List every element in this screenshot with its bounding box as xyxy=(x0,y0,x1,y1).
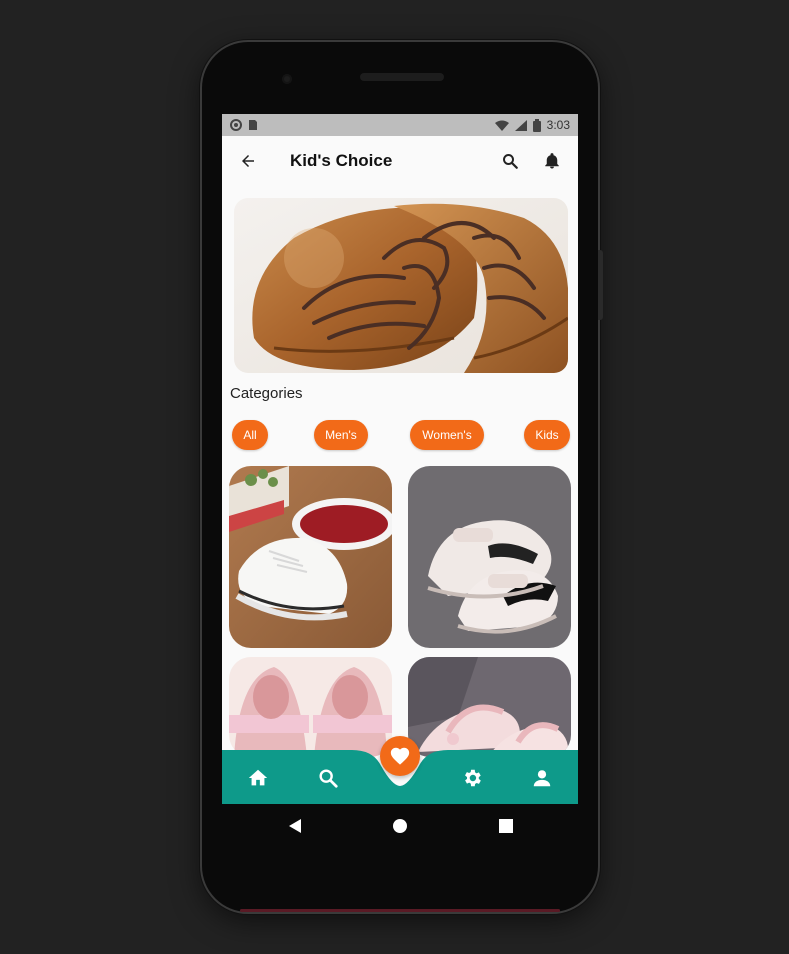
nav-favorites[interactable] xyxy=(380,736,420,776)
wifi-icon xyxy=(494,120,509,131)
app-screen: 3:03 Kid's Choice Categories All Men's W… xyxy=(222,114,578,804)
chip-all[interactable]: All xyxy=(232,420,268,450)
earpiece-speaker xyxy=(360,73,444,81)
home-icon xyxy=(248,769,268,786)
nav-profile[interactable] xyxy=(528,764,556,792)
product-card[interactable] xyxy=(408,657,571,757)
chip-mens[interactable]: Men's xyxy=(314,420,368,450)
battery-icon xyxy=(532,118,541,132)
product-card[interactable] xyxy=(408,466,571,648)
person-icon xyxy=(533,770,551,787)
chip-label: Men's xyxy=(325,428,357,442)
recents-square-icon[interactable] xyxy=(499,819,513,833)
app-bar: Kid's Choice xyxy=(222,136,578,186)
settings-gear-icon xyxy=(465,769,481,787)
status-time: 3:03 xyxy=(546,118,570,132)
chip-kids[interactable]: Kids xyxy=(524,420,570,450)
front-camera xyxy=(282,74,292,84)
favorite-heart-icon xyxy=(390,747,410,765)
search-icon xyxy=(319,769,338,788)
status-bar: 3:03 xyxy=(222,114,578,136)
sim-icon xyxy=(249,120,257,130)
nav-search[interactable] xyxy=(314,764,342,792)
chip-womens[interactable]: Women's xyxy=(410,420,484,450)
category-chips: All Men's Women's Kids xyxy=(222,420,578,450)
promo-banner[interactable] xyxy=(234,198,568,373)
search-icon xyxy=(503,154,518,169)
chip-label: Kids xyxy=(535,428,559,442)
arrow-back-icon xyxy=(242,155,254,167)
phone-edge-accent xyxy=(240,909,560,912)
brown-leather-shoes-photo xyxy=(234,198,568,373)
pink-ballet-flats-photo xyxy=(229,657,392,757)
search-button[interactable] xyxy=(498,149,522,173)
pink-sandals-photo xyxy=(408,657,571,757)
page-title: Kid's Choice xyxy=(290,151,393,170)
nav-settings[interactable] xyxy=(458,764,486,792)
back-triangle-icon[interactable] xyxy=(287,818,303,834)
categories-title: Categories xyxy=(230,385,303,402)
nav-home[interactable] xyxy=(244,764,272,792)
phone-side-button xyxy=(598,250,603,320)
back-button[interactable] xyxy=(236,149,260,173)
notification-dot-icon xyxy=(230,119,242,131)
chip-label: All xyxy=(243,428,257,442)
signal-icon xyxy=(514,119,527,131)
notifications-button[interactable] xyxy=(540,149,564,173)
bell-icon xyxy=(545,153,559,169)
white-kids-sneakers-photo xyxy=(229,466,392,648)
white-black-swoosh-sneakers-photo xyxy=(408,466,571,648)
product-card[interactable] xyxy=(229,466,392,648)
chip-label: Women's xyxy=(422,428,472,442)
product-card[interactable] xyxy=(229,657,392,757)
home-circle-icon[interactable] xyxy=(392,818,408,834)
